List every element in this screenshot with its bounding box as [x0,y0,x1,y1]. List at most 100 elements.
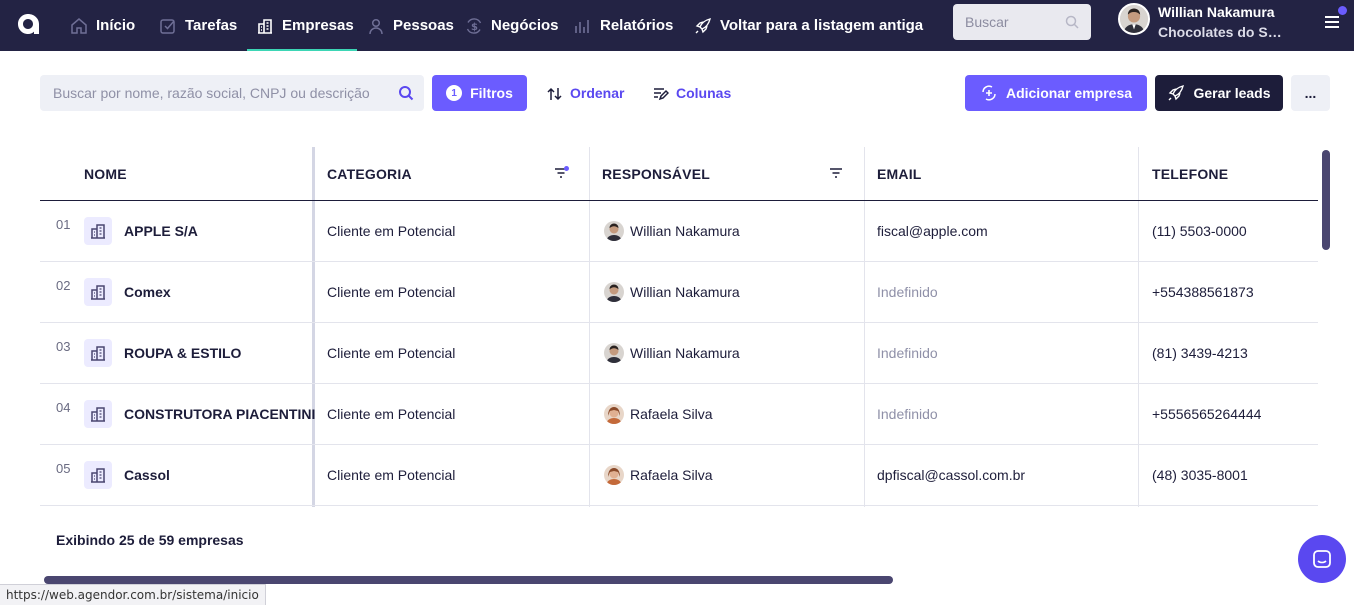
add-icon [982,85,996,101]
horizontal-scrollbar[interactable] [44,576,893,584]
add-company-label: Adicionar empresa [1005,85,1133,101]
company-owner[interactable]: Willian Nakamura [604,262,740,322]
columns-edit-icon [654,87,669,100]
filters-button[interactable]: 1 Filtros [432,75,527,111]
nav-item-relatorios[interactable]: Relatórios [574,0,673,51]
company-name[interactable]: CONSTRUTORA PIACENTINI [124,384,315,444]
owner-avatar [604,465,624,485]
nav-label-relatorios: Relatórios [600,17,674,34]
owner-avatar [604,221,624,241]
company-email[interactable]: Indefinido [877,384,938,444]
user-name[interactable]: Willian Nakamura [1158,4,1275,20]
global-search-input[interactable] [965,14,1065,30]
add-company-button[interactable]: Adicionar empresa [965,75,1147,111]
nav-item-tarefas[interactable]: Tarefas [159,0,237,51]
search-icon[interactable] [1065,15,1079,29]
company-phone[interactable]: (81) 3439-4213 [1152,323,1248,383]
company-owner[interactable]: Rafaela Silva [604,384,713,444]
user-company[interactable]: Chocolates do Sul... [1158,24,1288,40]
sort-button[interactable]: Ordenar [546,75,624,111]
building-icon [84,339,112,367]
company-name[interactable]: ROUPA & ESTILO [124,323,241,383]
company-phone[interactable]: (11) 5503-0000 [1152,201,1247,261]
building-icon [84,217,112,245]
nav-label-tarefas: Tarefas [185,17,238,34]
browser-status-url: https://web.agendor.com.br/sistema/inici… [0,584,266,605]
chart-icon [574,17,592,35]
table-row[interactable]: 04 CONSTRUTORA PIACENTINI Cliente em Pot… [40,384,1318,445]
company-phone[interactable]: +554388561873 [1152,262,1254,322]
user-avatar[interactable] [1118,3,1150,35]
company-phone[interactable]: (48) 3035-8001 [1152,445,1248,505]
company-name[interactable]: Cassol [124,445,170,505]
company-search-input[interactable] [53,85,398,101]
filters-label: Filtros [470,85,513,101]
columns-button[interactable]: Colunas [652,75,731,111]
nav-item-negocios[interactable]: $ Negócios [465,0,559,51]
header-categoria-label: CATEGORIA [327,165,412,182]
home-icon [70,17,88,35]
table-row[interactable]: 01 APPLE S/A Cliente em Potencial Willia… [40,201,1318,262]
back-link-label: Voltar para a listagem antiga [720,17,924,34]
nav-item-pessoas[interactable]: Pessoas [367,0,454,51]
company-category: Cliente em Potencial [327,223,456,239]
table-row[interactable]: 03 ROUPA & ESTILO Cliente em Potencial W… [40,323,1318,384]
agendor-logo-icon[interactable] [14,6,42,38]
top-navbar: Início Tarefas Empresas Pessoas $ Negóci… [0,0,1354,51]
company-name[interactable]: Comex [124,262,171,322]
nav-item-inicio[interactable]: Início [70,0,135,51]
header-nome[interactable]: NOME [84,147,127,200]
table-row[interactable]: 02 Comex Cliente em Potencial Willian Na… [40,262,1318,323]
nav-item-empresas[interactable]: Empresas [247,0,357,51]
filter-count-badge: 1 [446,85,463,101]
dollar-icon: $ [465,17,483,35]
company-phone[interactable]: +5556565264444 [1152,384,1261,444]
hamburger-menu-icon[interactable] [1322,12,1342,32]
company-owner[interactable]: Willian Nakamura [604,323,740,383]
header-telefone[interactable]: TELEFONE [1152,147,1228,200]
sort-arrows-icon [547,87,562,100]
owner-name: Willian Nakamura [630,284,740,300]
header-email[interactable]: EMAIL [877,147,922,200]
company-search [40,75,424,111]
row-number: 04 [56,400,71,415]
vertical-scrollbar[interactable] [1322,150,1330,250]
filter-icon[interactable] [829,167,843,179]
company-email[interactable]: fiscal@apple.com [877,201,988,261]
header-categoria[interactable]: CATEGORIA [327,147,577,200]
building-icon [84,278,112,306]
company-name[interactable]: APPLE S/A [124,201,198,261]
notification-dot [1338,6,1347,15]
table-row[interactable]: 05 Cassol Cliente em Potencial Rafaela S… [40,445,1318,506]
back-to-old-list-link[interactable]: Voltar para a listagem antiga [694,0,923,51]
company-category: Cliente em Potencial [327,406,456,422]
sort-label: Ordenar [570,85,625,101]
rocket-icon [1168,85,1185,101]
owner-name: Rafaela Silva [630,467,713,483]
search-icon[interactable] [398,85,414,101]
company-category: Cliente em Potencial [327,345,456,361]
owner-name: Willian Nakamura [630,345,740,361]
company-email[interactable]: dpfiscal@cassol.com.br [877,445,1025,505]
chat-icon [1313,550,1331,568]
generate-leads-button[interactable]: Gerar leads [1155,75,1283,111]
nav-label-inicio: Início [96,17,136,34]
building-icon [256,17,274,35]
nav-label-negocios: Negócios [491,17,559,34]
company-email[interactable]: Indefinido [877,262,938,322]
more-options-button[interactable]: ... [1291,75,1330,111]
company-owner[interactable]: Willian Nakamura [604,201,740,261]
company-owner[interactable]: Rafaela Silva [604,445,713,505]
nav-label-empresas: Empresas [282,17,354,34]
nav-label-pessoas: Pessoas [393,17,454,34]
row-number: 05 [56,461,71,476]
header-responsavel-label: RESPONSÁVEL [602,165,710,182]
chat-support-button[interactable] [1298,535,1346,583]
company-email[interactable]: Indefinido [877,323,938,383]
row-number: 02 [56,278,71,293]
companies-table: NOME CATEGORIA RESPONSÁVEL EMAIL TELEFON… [40,147,1318,507]
header-responsavel[interactable]: RESPONSÁVEL [602,147,852,200]
owner-avatar [604,282,624,302]
building-icon [84,461,112,489]
results-count: Exibindo 25 de 59 empresas [56,532,244,548]
